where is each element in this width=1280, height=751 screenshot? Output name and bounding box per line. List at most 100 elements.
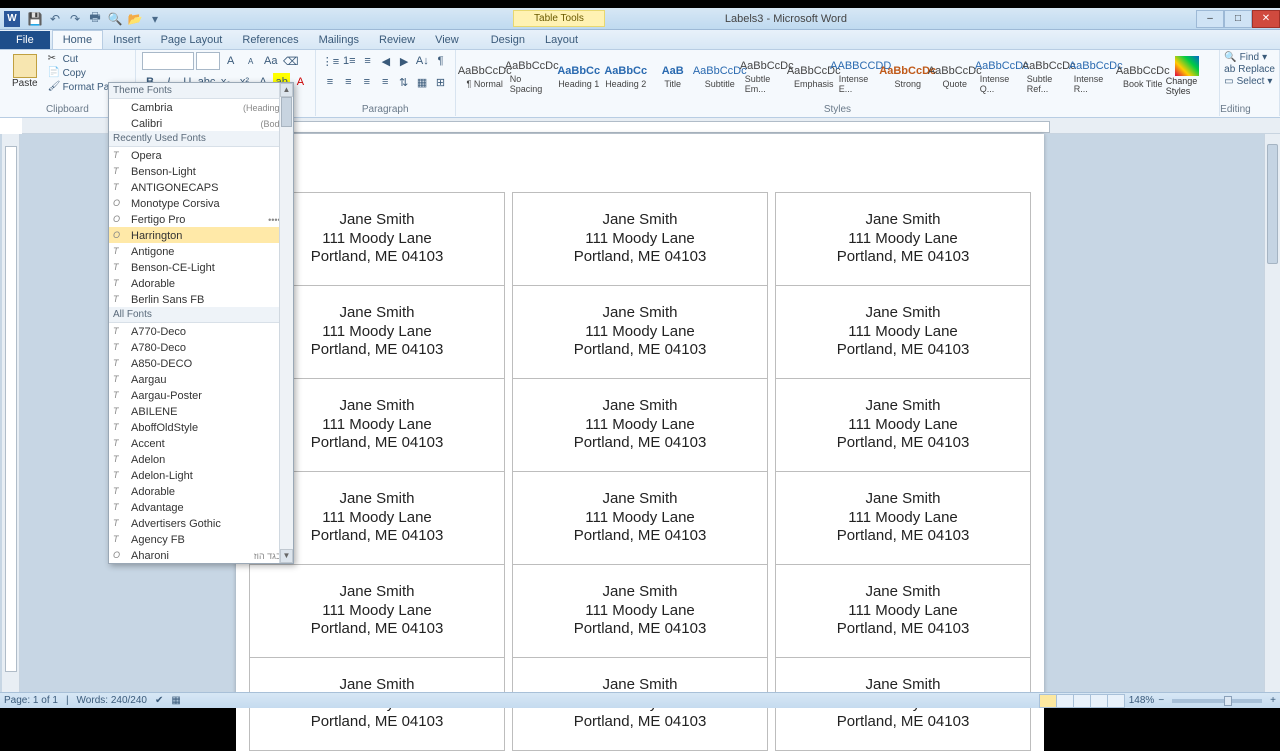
font-option[interactable]: TAgency FB bbox=[109, 531, 293, 547]
font-option[interactable]: OMonotype Corsiva bbox=[109, 195, 293, 211]
grow-font-button[interactable]: A bbox=[222, 52, 240, 70]
status-page[interactable]: Page: 1 of 1 bbox=[4, 695, 58, 706]
tab-page-layout[interactable]: Page Layout bbox=[151, 31, 233, 49]
label-cell[interactable]: Jane Smith111 Moody LanePortland, ME 041… bbox=[513, 193, 768, 286]
font-option[interactable]: TAdorable bbox=[109, 275, 293, 291]
qat-print-icon[interactable]: 🖶 bbox=[86, 10, 104, 28]
labels-table[interactable]: Jane Smith111 Moody LanePortland, ME 041… bbox=[249, 192, 1031, 751]
view-web-layout[interactable] bbox=[1073, 694, 1091, 708]
bullets-button[interactable]: ⋮≡ bbox=[322, 52, 339, 70]
font-option[interactable]: TAdelon-Light bbox=[109, 467, 293, 483]
zoom-slider-thumb[interactable] bbox=[1224, 696, 1232, 706]
font-option[interactable]: TAargau bbox=[109, 371, 293, 387]
page[interactable]: Jane Smith111 Moody LanePortland, ME 041… bbox=[236, 134, 1044, 751]
minimize-button[interactable]: – bbox=[1196, 10, 1224, 28]
tab-file[interactable]: File bbox=[0, 31, 50, 49]
font-option[interactable]: TA780-Deco bbox=[109, 339, 293, 355]
font-option[interactable]: TA770-Deco bbox=[109, 323, 293, 339]
font-option[interactable]: TA850-DECO bbox=[109, 355, 293, 371]
qat-save-icon[interactable]: 💾 bbox=[26, 10, 44, 28]
line-spacing-button[interactable]: ⇅ bbox=[395, 73, 411, 91]
view-outline[interactable] bbox=[1090, 694, 1108, 708]
tab-review[interactable]: Review bbox=[369, 31, 425, 49]
font-option[interactable]: TAntigone bbox=[109, 243, 293, 259]
font-dd-scrollbar[interactable]: ▲ ▼ bbox=[279, 83, 293, 563]
borders-button[interactable]: ⊞ bbox=[432, 73, 448, 91]
select-button[interactable]: ▭Select ▾ bbox=[1224, 76, 1275, 87]
style-item[interactable]: AaBTitle bbox=[650, 52, 696, 102]
font-name-input[interactable] bbox=[142, 52, 194, 70]
view-full-screen[interactable] bbox=[1056, 694, 1074, 708]
status-spell-icon[interactable]: ✔ bbox=[155, 695, 163, 706]
change-case-button[interactable]: Aa bbox=[262, 52, 280, 70]
scroll-up-button[interactable]: ▲ bbox=[280, 83, 293, 97]
font-option[interactable]: TAdelon bbox=[109, 451, 293, 467]
view-draft[interactable] bbox=[1107, 694, 1125, 708]
view-print-layout[interactable] bbox=[1039, 694, 1057, 708]
zoom-slider[interactable] bbox=[1172, 699, 1262, 703]
clear-formatting-button[interactable]: ⌫ bbox=[282, 52, 300, 70]
font-option[interactable]: OHarrington bbox=[109, 227, 293, 243]
style-item[interactable]: AaBbCcDcSubtle Ref... bbox=[1026, 52, 1072, 102]
style-item[interactable]: AaBbCcDcIntense R... bbox=[1073, 52, 1119, 102]
qat-preview-icon[interactable]: 🔍 bbox=[106, 10, 124, 28]
label-cell[interactable]: Jane Smith111 Moody LanePortland, ME 041… bbox=[513, 286, 768, 379]
font-option[interactable]: OFertigo Pro•••••• bbox=[109, 211, 293, 227]
style-item[interactable]: AaBbCcDcIntense Q... bbox=[979, 52, 1025, 102]
label-cell[interactable]: Jane Smith111 Moody LanePortland, ME 041… bbox=[513, 472, 768, 565]
font-option[interactable]: TANTIGONECAPS bbox=[109, 179, 293, 195]
label-cell[interactable]: Jane Smith111 Moody LanePortland, ME 041… bbox=[513, 379, 768, 472]
qat-open-icon[interactable]: 📂 bbox=[126, 10, 144, 28]
font-size-input[interactable] bbox=[196, 52, 220, 70]
tab-design[interactable]: Design bbox=[481, 31, 535, 49]
style-item[interactable]: AaBbCcDc¶ Normal bbox=[462, 52, 508, 102]
zoom-out-button[interactable]: − bbox=[1158, 695, 1164, 706]
label-cell[interactable]: Jane Smith111 Moody LanePortland, ME 041… bbox=[776, 286, 1031, 379]
font-option[interactable]: TABILENE bbox=[109, 403, 293, 419]
label-cell[interactable]: Jane Smith111 Moody LanePortland, ME 041… bbox=[776, 565, 1031, 658]
font-option[interactable]: Calibri(Body) bbox=[109, 115, 293, 131]
shading-button[interactable]: ▦ bbox=[414, 73, 430, 91]
status-words[interactable]: Words: 240/240 bbox=[77, 695, 147, 706]
font-option[interactable]: TOpera bbox=[109, 147, 293, 163]
label-cell[interactable]: Jane Smith111 Moody LanePortland, ME 041… bbox=[776, 193, 1031, 286]
tab-insert[interactable]: Insert bbox=[103, 31, 151, 49]
numbering-button[interactable]: 1≡ bbox=[341, 52, 357, 70]
vertical-ruler[interactable] bbox=[2, 134, 20, 692]
tab-mailings[interactable]: Mailings bbox=[309, 31, 369, 49]
vertical-scrollbar[interactable] bbox=[1264, 134, 1280, 692]
style-item[interactable]: AaBbCcDcSubtle Em... bbox=[744, 52, 790, 102]
decrease-indent-button[interactable]: ◀ bbox=[378, 52, 394, 70]
close-button[interactable]: ✕ bbox=[1252, 10, 1280, 28]
style-item[interactable]: AaBbCcDcNo Spacing bbox=[509, 52, 555, 102]
qat-new-icon[interactable]: ▾ bbox=[146, 10, 164, 28]
style-item[interactable]: AaBbCcHeading 1 bbox=[556, 52, 602, 102]
style-item[interactable]: AaBbCcDcSubtitle bbox=[697, 52, 743, 102]
font-dropdown[interactable]: Theme Fonts Cambria(Headings)Calibri(Bod… bbox=[108, 82, 294, 564]
font-option[interactable]: TAdorable bbox=[109, 483, 293, 499]
show-marks-button[interactable]: ¶ bbox=[432, 52, 448, 70]
style-item[interactable]: AaBbCcDcQuote bbox=[932, 52, 978, 102]
maximize-button[interactable]: □ bbox=[1224, 10, 1252, 28]
font-option[interactable]: OAharoniאבגד הוז bbox=[109, 547, 293, 563]
tab-layout[interactable]: Layout bbox=[535, 31, 588, 49]
font-option[interactable]: TBenson-Light bbox=[109, 163, 293, 179]
font-option[interactable]: Cambria(Headings) bbox=[109, 99, 293, 115]
align-center-button[interactable]: ≡ bbox=[340, 73, 356, 91]
justify-button[interactable]: ≡ bbox=[377, 73, 393, 91]
zoom-in-button[interactable]: + bbox=[1270, 695, 1276, 706]
label-cell[interactable]: Jane Smith111 Moody LanePortland, ME 041… bbox=[250, 565, 505, 658]
font-option[interactable]: TAccent bbox=[109, 435, 293, 451]
zoom-level[interactable]: 148% bbox=[1129, 695, 1155, 706]
find-button[interactable]: 🔍Find ▾ bbox=[1224, 52, 1275, 63]
scroll-down-button[interactable]: ▼ bbox=[280, 549, 293, 563]
qat-undo-icon[interactable]: ↶ bbox=[46, 10, 64, 28]
sort-button[interactable]: A↓ bbox=[414, 52, 430, 70]
font-option[interactable]: TAboffOldStyle bbox=[109, 419, 293, 435]
style-item[interactable]: AaBbCcDcStrong bbox=[885, 52, 931, 102]
replace-button[interactable]: abReplace bbox=[1224, 64, 1275, 75]
cut-button[interactable]: ✂Cut bbox=[48, 53, 129, 65]
align-left-button[interactable]: ≡ bbox=[322, 73, 338, 91]
font-option[interactable]: TAargau-Poster bbox=[109, 387, 293, 403]
font-option[interactable]: TAdvertisers Gothic bbox=[109, 515, 293, 531]
